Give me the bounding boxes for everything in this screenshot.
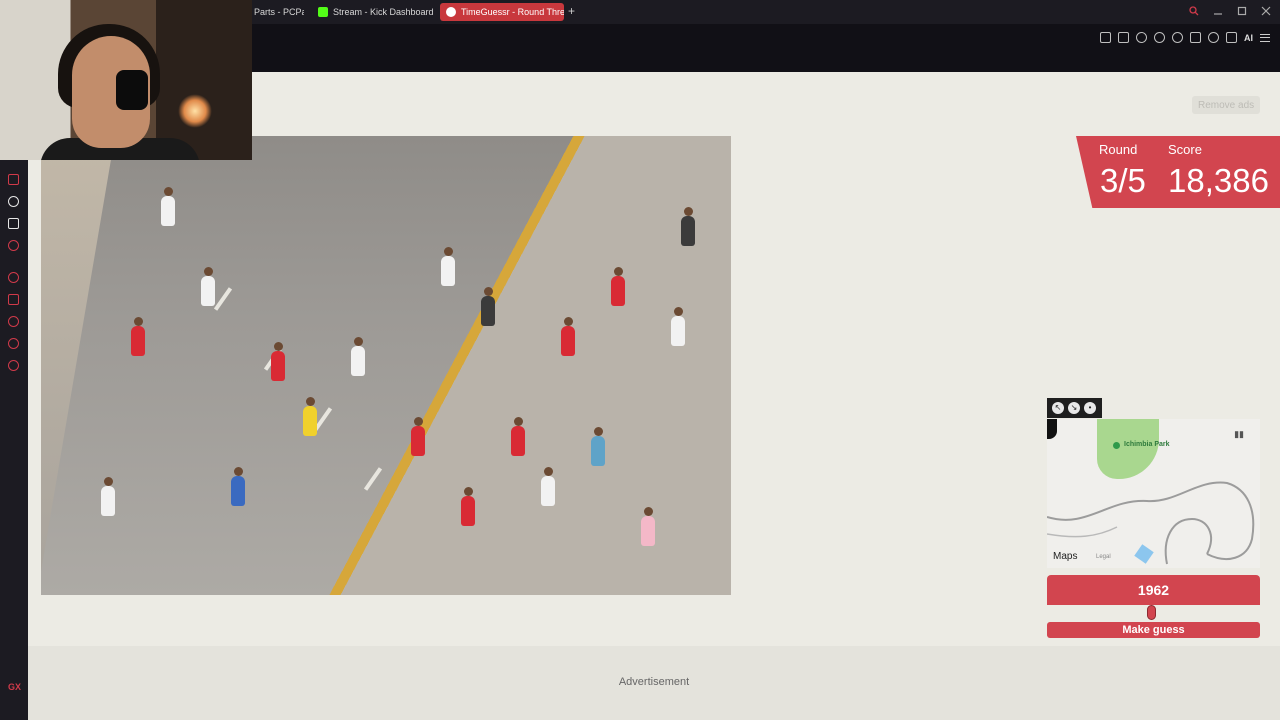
new-tab-button[interactable]: +	[568, 5, 575, 17]
score-label: Score	[1168, 142, 1202, 157]
tab-timeguessr[interactable]: TimeGuessr - Round Three	[440, 3, 564, 21]
settings-icon[interactable]	[8, 360, 19, 371]
webcam-overlay	[0, 0, 252, 160]
advertisement-label: Advertisement	[618, 676, 690, 688]
map-mode-icon[interactable]: ▮▮	[1234, 429, 1244, 440]
menu-icon[interactable]	[1260, 33, 1270, 42]
advertisement-area: Advertisement	[28, 646, 1280, 720]
x-icon[interactable]	[8, 218, 19, 229]
maps-legal-link[interactable]: Legal	[1096, 554, 1111, 560]
heart-icon[interactable]	[1172, 32, 1183, 43]
photo-sidewalk	[41, 136, 115, 595]
extensions-icon[interactable]	[8, 338, 19, 349]
maximize-icon[interactable]	[1236, 5, 1248, 17]
map-park-label: Ichimbia Park	[1124, 441, 1170, 448]
ai-button[interactable]: AI	[1244, 33, 1253, 43]
runner	[131, 317, 145, 356]
lane-marking	[213, 287, 233, 311]
screenshot-icon[interactable]	[1118, 32, 1129, 43]
round-photo	[41, 136, 731, 595]
history-icon[interactable]	[8, 316, 19, 327]
youtube-icon[interactable]	[8, 240, 19, 251]
shrink-map-icon[interactable]: ↘	[1068, 402, 1080, 414]
webcam-lamp	[178, 94, 212, 128]
runner	[271, 342, 285, 381]
runner	[461, 487, 475, 526]
download-icon[interactable]	[1226, 32, 1237, 43]
window-controls	[1188, 5, 1272, 17]
bookmark-icon[interactable]	[1100, 32, 1111, 43]
runner	[201, 267, 215, 306]
year-slider-handle[interactable]	[1147, 605, 1156, 620]
runner	[481, 287, 495, 326]
tab-label: Parts - PCPa	[254, 7, 304, 17]
runner	[591, 427, 605, 466]
make-guess-button[interactable]: Make guess	[1047, 622, 1260, 638]
lane-marking	[363, 467, 383, 491]
runner	[541, 467, 555, 506]
extensions-icon[interactable]	[1190, 32, 1201, 43]
runner	[611, 267, 625, 306]
tab-label: TimeGuessr - Round Three	[461, 7, 564, 17]
browser-sidebar: GX	[0, 72, 28, 720]
instagram-icon[interactable]	[8, 174, 19, 185]
runner	[351, 337, 365, 376]
shield-icon[interactable]	[1136, 32, 1147, 43]
maps-brand: Maps	[1053, 551, 1078, 562]
guess-map[interactable]: Ichimbia Park ▮▮ Maps Legal	[1047, 419, 1260, 568]
search-icon[interactable]	[1188, 5, 1200, 17]
profile-icon[interactable]	[1208, 32, 1219, 43]
tab-kick-dashboard[interactable]: Stream - Kick Dashboard	[312, 3, 434, 21]
park-marker-icon	[1113, 442, 1120, 449]
gx-label: GX	[8, 682, 22, 692]
runner	[231, 467, 245, 506]
tab-parts[interactable]: Parts - PCPa	[248, 3, 304, 21]
runner	[511, 417, 525, 456]
runner	[441, 247, 455, 286]
pin-icon[interactable]	[8, 294, 19, 305]
tab-label: Stream - Kick Dashboard	[333, 7, 434, 17]
player-icon[interactable]	[8, 272, 19, 283]
runner	[161, 187, 175, 226]
runner	[641, 507, 655, 546]
round-score-badge: Round 3/5 Score 18,386	[1076, 136, 1280, 208]
map-toolbar: ↖ ↘ •	[1047, 398, 1102, 418]
pin-map-icon[interactable]: •	[1084, 402, 1096, 414]
expand-map-icon[interactable]: ↖	[1052, 402, 1064, 414]
year-display: 1962	[1047, 575, 1260, 605]
round-value: 3/5	[1100, 162, 1146, 199]
runner	[303, 397, 317, 436]
toolbar-icons: AI	[1100, 32, 1270, 43]
runner	[411, 417, 425, 456]
minimize-icon[interactable]	[1212, 5, 1224, 17]
play-icon[interactable]	[1154, 32, 1165, 43]
runner	[671, 307, 685, 346]
remove-ads-button[interactable]: Remove ads	[1192, 96, 1261, 114]
timeguessr-icon	[446, 7, 456, 17]
headset	[116, 70, 148, 110]
close-icon[interactable]	[1260, 5, 1272, 17]
runner	[101, 477, 115, 516]
runner	[561, 317, 575, 356]
runner	[681, 207, 695, 246]
round-label: Round	[1099, 142, 1138, 157]
score-value: 18,386	[1168, 162, 1269, 199]
kick-icon	[318, 7, 328, 17]
tiktok-icon[interactable]	[8, 196, 19, 207]
